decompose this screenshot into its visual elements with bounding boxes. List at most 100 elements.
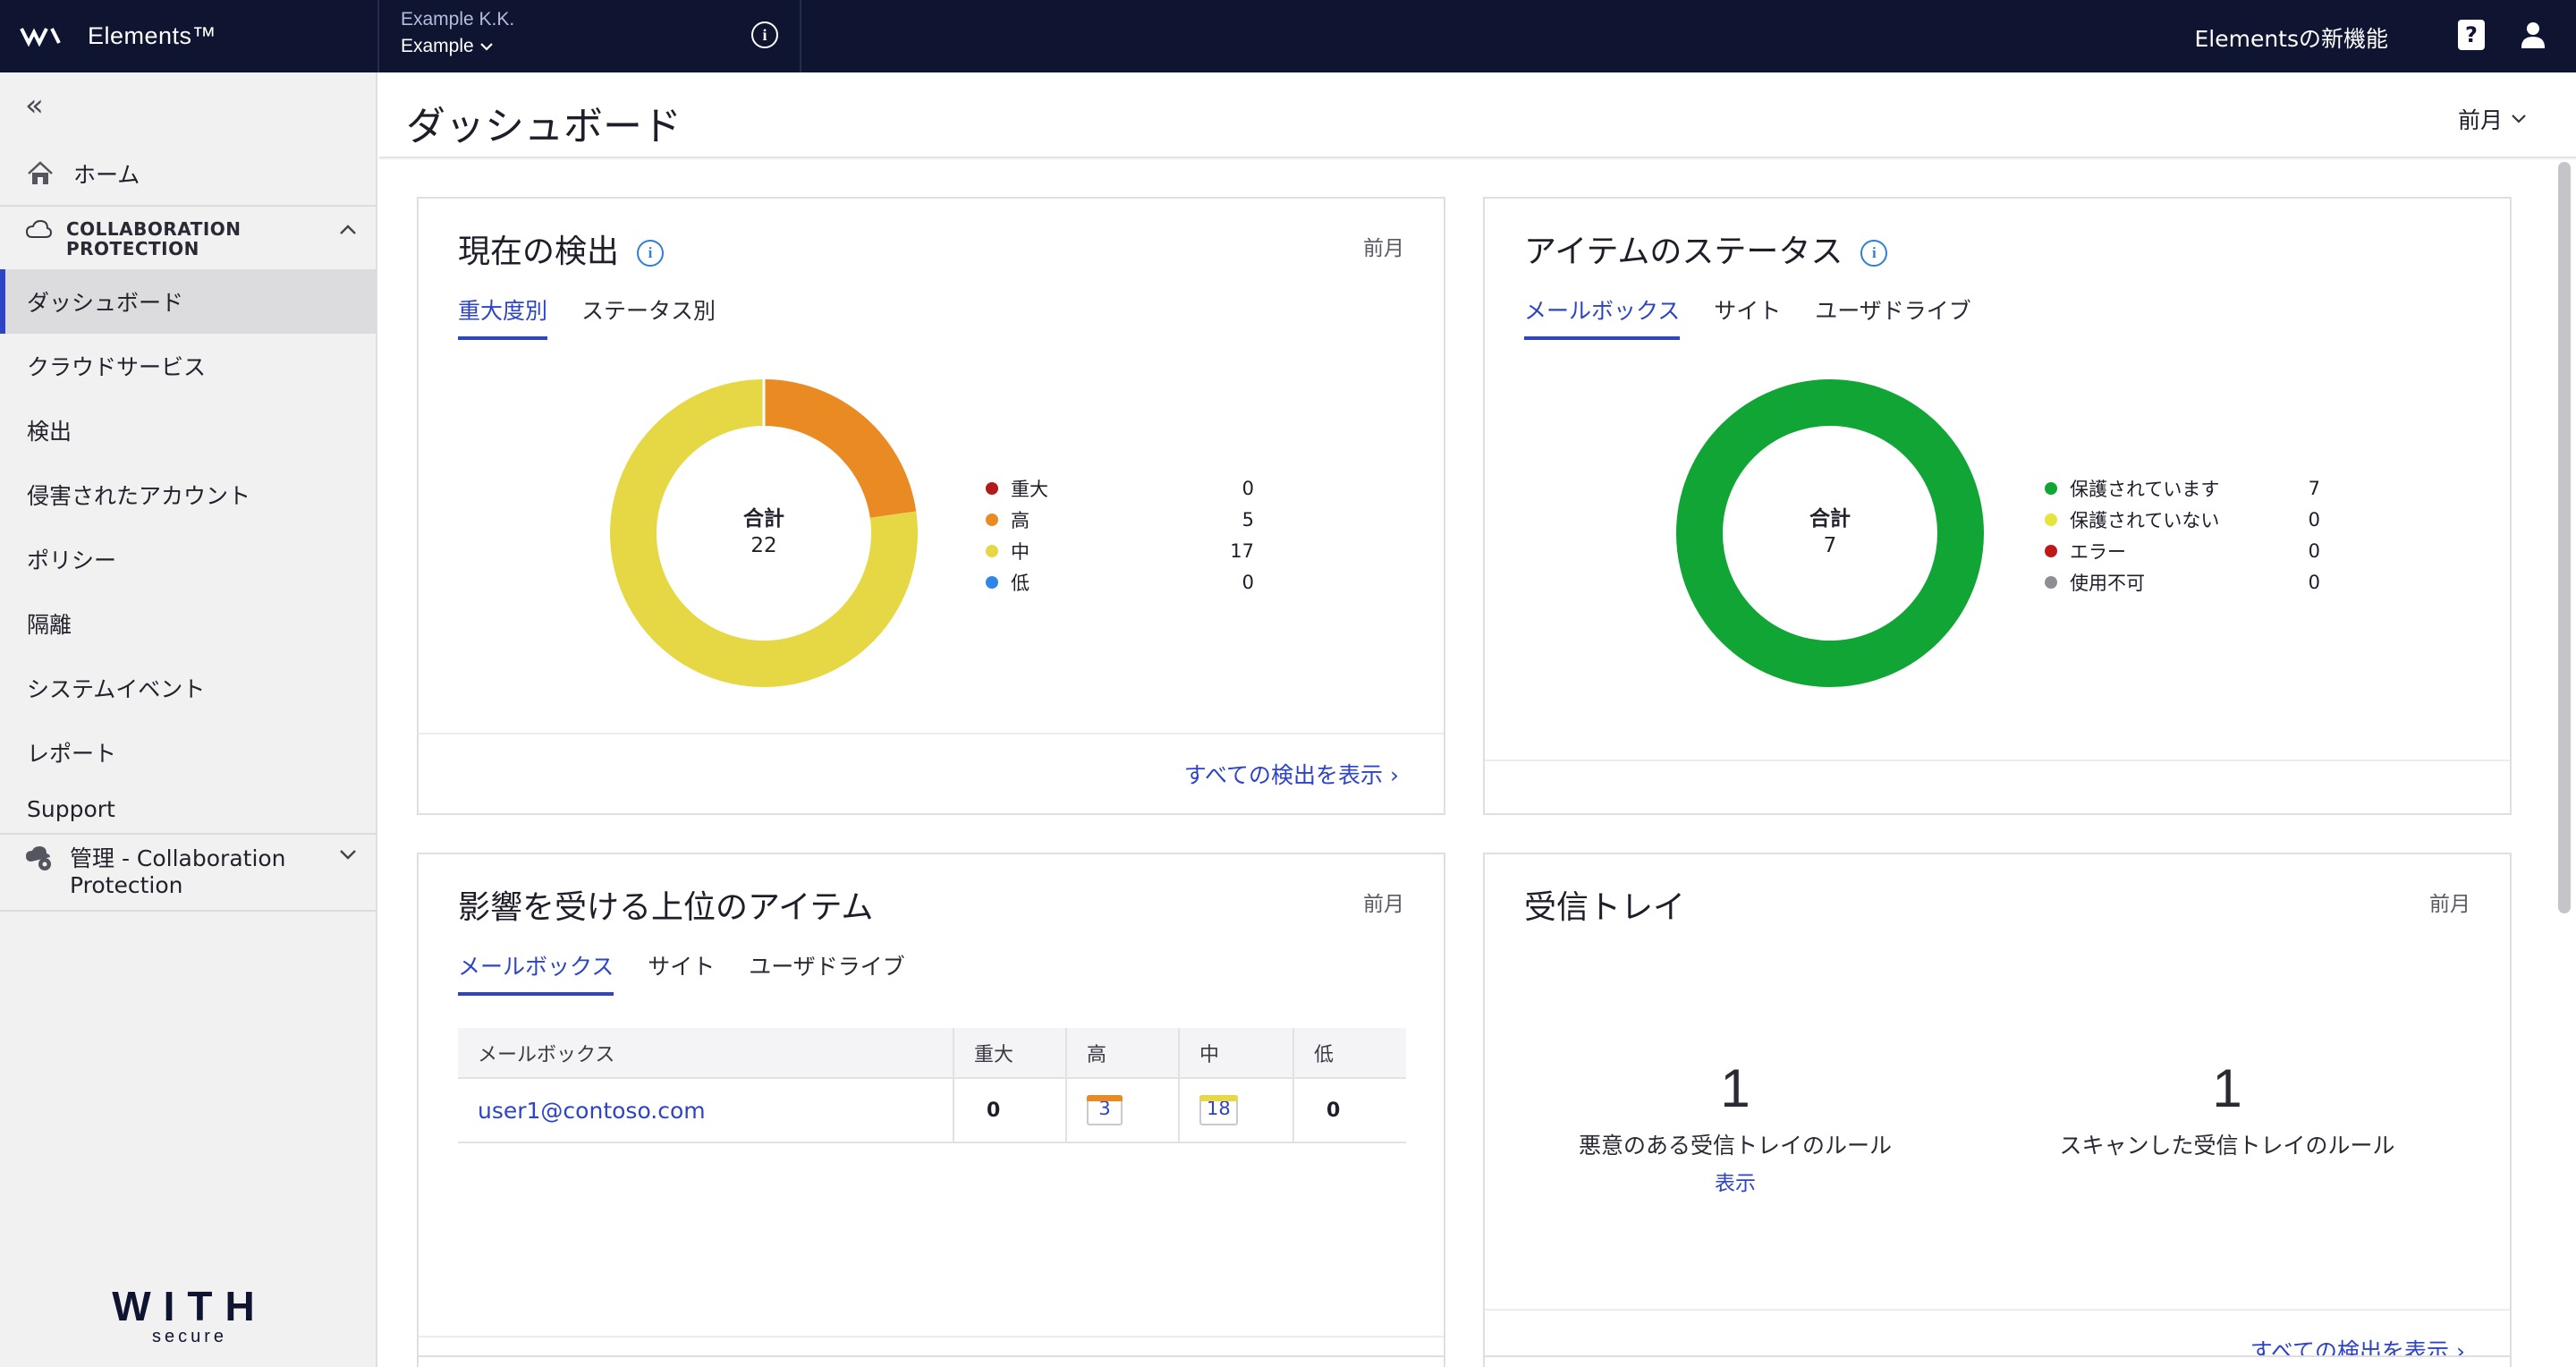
- mailbox-link[interactable]: user1@contoso.com: [478, 1098, 706, 1124]
- legend-dot: [2045, 481, 2057, 495]
- tab-bar: 重大度別 ステータス別: [458, 293, 716, 340]
- sidebar-item-reports[interactable]: レポート: [0, 720, 376, 785]
- donut-segment-high[interactable]: [764, 379, 917, 518]
- tab-user-drive[interactable]: ユーザドライブ: [1815, 293, 1971, 340]
- sidebar-item-policies[interactable]: ポリシー: [0, 527, 376, 591]
- sidebar-item-system-events[interactable]: システムイベント: [0, 656, 376, 720]
- sidebar-section-collaboration-protection[interactable]: COLLABORATION PROTECTION: [0, 205, 376, 269]
- view-malicious-rules-link[interactable]: 表示: [1574, 1166, 1896, 1196]
- stat-label: 悪意のある受信トレイのルール: [1578, 1133, 1892, 1159]
- tab-site[interactable]: サイト: [648, 949, 715, 996]
- legend-label: 低: [1011, 572, 1030, 594]
- tab-by-status[interactable]: ステータス別: [581, 293, 716, 340]
- card-footer: [1485, 760, 2510, 813]
- current-detections-card: 現在の検出 i 前月 重大度別 ステータス別 合計 22 重大 0 高5 中 17 低…: [417, 197, 1445, 815]
- admin-label: 管理 - Collaboration Protection: [70, 845, 286, 898]
- legend-value: 0: [1241, 571, 1254, 593]
- info-icon[interactable]: i: [1860, 240, 1888, 267]
- sidebar-item-label: ホーム: [73, 162, 140, 188]
- scrollbar[interactable]: [2558, 162, 2571, 1361]
- legend-label: 保護されていない: [2070, 509, 2220, 531]
- column-header-medium[interactable]: 中: [1179, 1028, 1294, 1079]
- legend-value: 0: [2308, 508, 2320, 531]
- legend-item-medium: 中 17: [986, 535, 1254, 566]
- sidebar-section-admin[interactable]: 管理 - Collaboration Protection: [0, 833, 376, 912]
- logo-wordmark: WITH: [112, 1283, 267, 1329]
- chevron-down-icon: [479, 43, 493, 51]
- status-legend: 保護されています 7 保護されていない 0 エラー 0 使用不可 0: [2045, 472, 2320, 598]
- main-content: ダッシュボード 前月 現在の検出 i 前月 重大度別 ステータス別 合計 22 重…: [379, 72, 2576, 1367]
- column-header-mailbox[interactable]: メールボックス: [458, 1028, 954, 1079]
- withsecure-logo: WITH secure: [82, 1282, 297, 1347]
- next-card: [417, 1355, 1445, 1367]
- legend-label: 高: [1011, 509, 1030, 531]
- scanned-inbox-rules-stat: 1 スキャンした受信トレイのルール: [2039, 1062, 2415, 1160]
- donut-segment-protected[interactable]: [1676, 379, 1984, 687]
- whats-new-link[interactable]: Elementsの新機能: [2194, 21, 2388, 54]
- legend-label: エラー: [2070, 540, 2126, 563]
- legend-label: 保護されています: [2070, 478, 2220, 500]
- home-icon: [28, 161, 53, 184]
- sidebar-item-cloud-services[interactable]: クラウドサービス: [0, 334, 376, 398]
- card-title-text: アイテムのステータス: [1524, 233, 1843, 270]
- card-footer: すべての検出を表示 ›: [419, 733, 1444, 813]
- chevron-down-icon: [2512, 115, 2526, 123]
- info-icon[interactable]: i: [637, 240, 665, 267]
- legend-item-unavailable: 使用不可 0: [2045, 566, 2320, 598]
- tab-by-severity[interactable]: 重大度別: [458, 293, 548, 340]
- legend-dot: [2045, 544, 2057, 557]
- sidebar-item-home[interactable]: ホーム: [0, 146, 376, 201]
- medium-count-badge[interactable]: 18: [1199, 1095, 1238, 1125]
- top-bar: Elements™ Example K.K. Example i Element…: [0, 0, 2576, 72]
- period-value: 前月: [2457, 107, 2503, 133]
- withsecure-logo-icon: [20, 28, 61, 47]
- view-all-detections-link[interactable]: すべての検出を表示 ›: [1184, 758, 1399, 790]
- column-header-low[interactable]: 低: [1293, 1028, 1406, 1079]
- badge-color-bar: [1199, 1095, 1238, 1101]
- help-icon[interactable]: ?: [2458, 20, 2485, 50]
- severity-donut-chart: 合計 22: [610, 379, 918, 687]
- tab-mailbox[interactable]: メールボックス: [458, 949, 614, 996]
- user-icon[interactable]: [2519, 20, 2547, 50]
- legend-item-high: 高5: [986, 504, 1254, 535]
- info-icon[interactable]: i: [751, 21, 778, 48]
- sidebar-item-dashboard[interactable]: ダッシュボード: [0, 269, 376, 334]
- high-count-badge[interactable]: 3: [1087, 1095, 1123, 1125]
- card-title: 影響を受ける上位のアイテム: [458, 889, 874, 926]
- brand[interactable]: Elements™: [20, 18, 216, 54]
- collapse-sidebar-icon[interactable]: «: [25, 90, 44, 121]
- tab-bar: メールボックス サイト ユーザドライブ: [1524, 293, 1971, 340]
- topbar-divider: [377, 0, 379, 72]
- card-title: アイテムのステータス i: [1524, 225, 1888, 272]
- tab-user-drive[interactable]: ユーザドライブ: [749, 949, 905, 996]
- tab-mailbox[interactable]: メールボックス: [1524, 293, 1681, 340]
- chevron-down-icon[interactable]: [338, 840, 358, 867]
- company-name: Example K.K.: [401, 9, 515, 30]
- period-dropdown[interactable]: 前月: [2458, 103, 2528, 135]
- low-count: 0: [1326, 1099, 1341, 1122]
- legend-dot: [986, 544, 998, 557]
- stat-value: 1: [2212, 1058, 2242, 1118]
- sidebar-item-quarantine[interactable]: 隔離: [0, 591, 376, 656]
- legend-item-protected: 保護されています 7: [2045, 472, 2320, 504]
- sidebar-item-compromised-accounts[interactable]: 侵害されたアカウント: [0, 463, 376, 527]
- column-header-critical[interactable]: 重大: [953, 1028, 1067, 1079]
- scroll-thumb[interactable]: [2558, 162, 2571, 913]
- organization-name: Example: [401, 36, 474, 56]
- column-header-high[interactable]: 高: [1066, 1028, 1180, 1079]
- severity-legend: 重大 0 高5 中 17 低0: [986, 472, 1254, 598]
- sidebar-item-detections[interactable]: 検出: [0, 398, 376, 463]
- next-card: [1483, 1355, 2512, 1367]
- organization-dropdown[interactable]: Example: [401, 36, 514, 57]
- inbox-card: 受信トレイ 前月 1 悪意のある受信トレイのルール 表示 1 スキャンした受信ト…: [1483, 853, 2512, 1367]
- donut-total-label: 合計: [743, 506, 784, 531]
- legend-label: 重大: [1011, 478, 1048, 500]
- legend-dot: [986, 575, 998, 589]
- page-header: ダッシュボード 前月: [379, 72, 2576, 158]
- tab-site[interactable]: サイト: [1714, 293, 1781, 340]
- chevron-up-icon[interactable]: [338, 216, 358, 242]
- organization-selector[interactable]: Example K.K. Example: [401, 9, 514, 57]
- card-title: 受信トレイ: [1524, 889, 1686, 926]
- sidebar-item-support[interactable]: Support: [0, 785, 376, 833]
- donut-total-label: 合計: [1809, 506, 1851, 531]
